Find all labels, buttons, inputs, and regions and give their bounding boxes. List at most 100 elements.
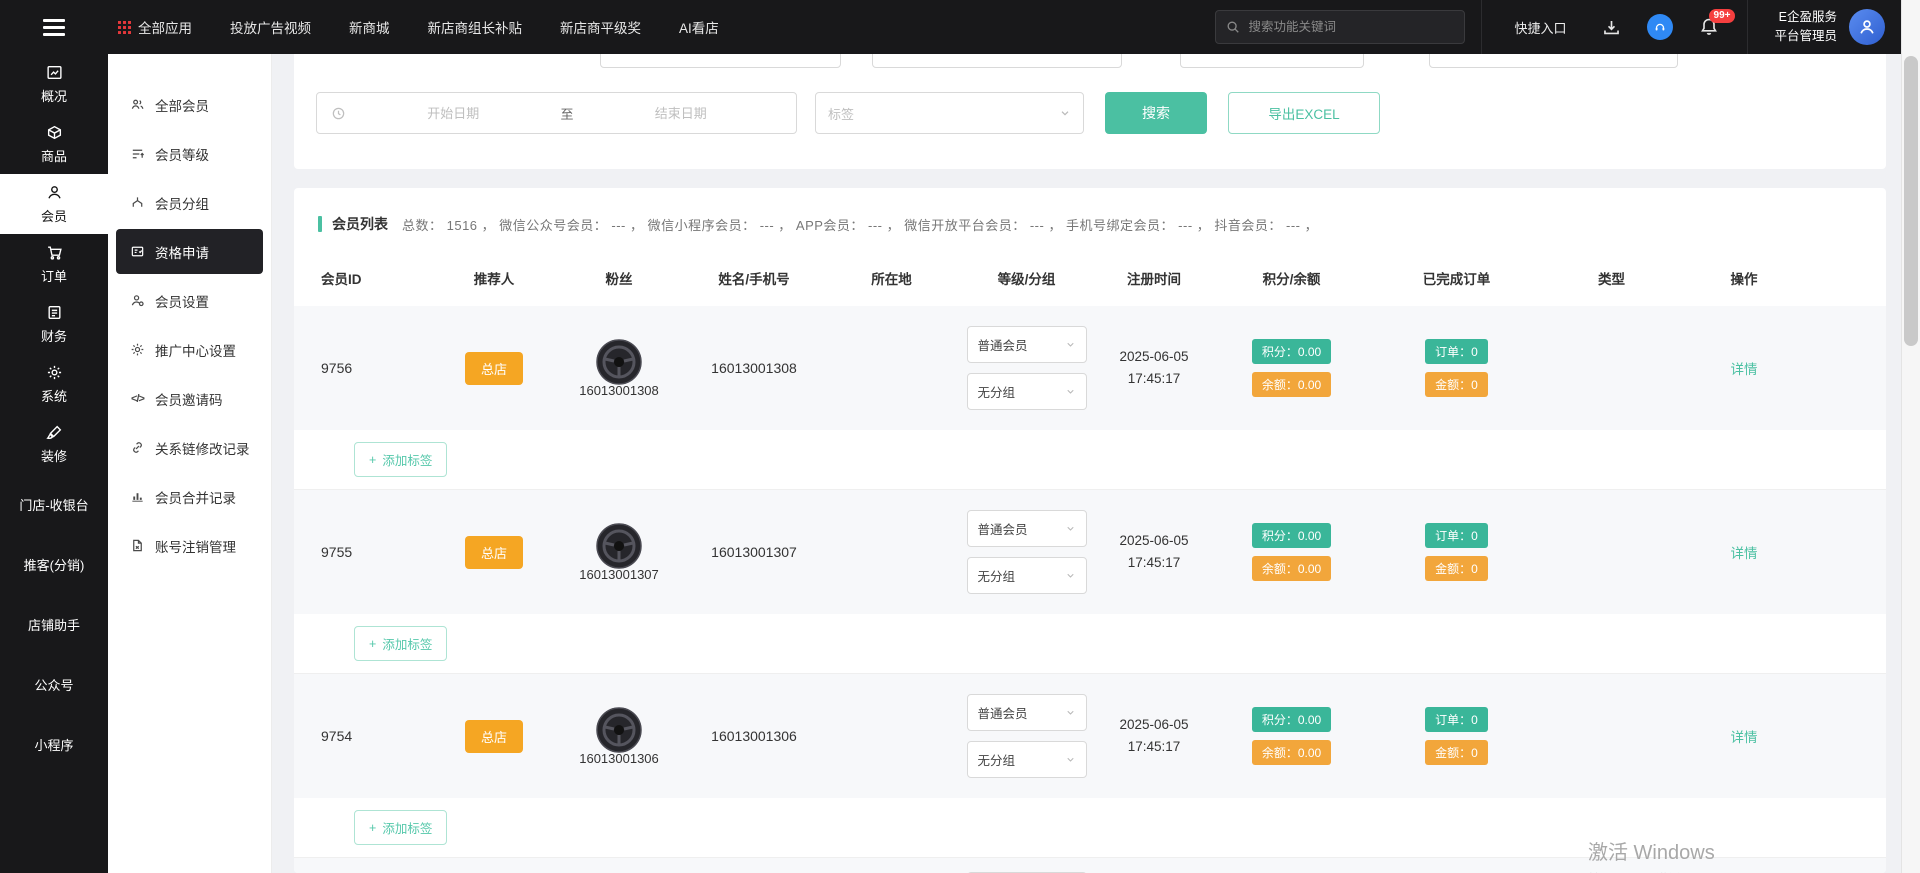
rail-label: 财务: [41, 326, 67, 345]
user-role: 平台管理员: [1774, 27, 1837, 46]
rail-item-mini-program[interactable]: 小程序: [0, 714, 108, 774]
member-avatar[interactable]: [596, 523, 642, 569]
sidebar-item-all-members[interactable]: 全部会员: [108, 80, 271, 129]
customer-service-button[interactable]: [1647, 14, 1673, 40]
nav-ad-video[interactable]: 投放广告视频: [230, 17, 311, 37]
nav-ai-shop[interactable]: AI看店: [679, 17, 719, 37]
rail-item-shop-assistant[interactable]: 店铺助手: [0, 594, 108, 654]
start-date-input[interactable]: [352, 106, 555, 121]
rail-item-finance[interactable]: 财务: [0, 294, 108, 354]
main-content: 至 标签 搜索 导出EXCEL 会员列表 总数： 1516 ， 微信公众号会员：…: [272, 54, 1901, 873]
nav-leader-subsidy[interactable]: 新店商组长补贴: [428, 17, 523, 37]
rail-item-members[interactable]: 会员: [0, 174, 108, 234]
user-account[interactable]: E企盈服务 平台管理员: [1774, 8, 1901, 47]
add-tag-button[interactable]: +添加标签: [354, 810, 447, 845]
sidebar-item-account-deletion[interactable]: 账号注销管理: [108, 521, 271, 570]
table-row: 9755 总店 16013001307 16013001307 普通会员 无分组…: [294, 490, 1886, 674]
nav-peer-award[interactable]: 新店商平级奖: [560, 17, 641, 37]
add-tag-area: +添加标签: [294, 614, 1886, 673]
sidebar-item-promotion-settings[interactable]: 推广中心设置: [108, 325, 271, 374]
rail-item-official-account[interactable]: 公众号: [0, 654, 108, 714]
export-excel-button[interactable]: 导出EXCEL: [1228, 92, 1380, 134]
filter-input-partial[interactable]: [600, 54, 841, 68]
level-value: 普通会员: [978, 335, 1028, 354]
rail-item-goods[interactable]: 商品: [0, 114, 108, 174]
nav-all-apps[interactable]: 全部应用: [118, 17, 192, 37]
search-button[interactable]: 搜索: [1105, 92, 1207, 134]
amount-badge: 金额：0: [1425, 556, 1488, 581]
gear-icon: [130, 342, 145, 357]
sidebar-label: 资格申请: [155, 242, 209, 262]
group-select[interactable]: 无分组: [967, 741, 1087, 778]
rail-item-overview[interactable]: 概况: [0, 54, 108, 114]
filter-input-partial[interactable]: [1180, 54, 1364, 68]
global-search[interactable]: [1215, 10, 1465, 44]
date-separator: 至: [561, 104, 574, 123]
hamburger-menu-button[interactable]: [0, 19, 108, 36]
chevron-down-icon: [1059, 107, 1071, 119]
download-button[interactable]: [1602, 18, 1621, 37]
sidebar-item-member-level[interactable]: 会员等级: [108, 129, 271, 178]
user-name: E企盈服务: [1774, 8, 1837, 27]
scrollbar-thumb[interactable]: [1904, 56, 1918, 346]
sidebar-item-member-settings[interactable]: 会员设置: [108, 276, 271, 325]
register-date: 2025-06-05: [1094, 714, 1214, 736]
level-select[interactable]: 普通会员: [967, 694, 1087, 731]
rail-item-distribution[interactable]: 推客(分销): [0, 534, 108, 594]
rail-item-decorate[interactable]: 装修: [0, 414, 108, 474]
filter-input-partial[interactable]: [872, 54, 1122, 68]
notifications-button[interactable]: 99+: [1699, 17, 1719, 37]
quick-entry-link[interactable]: 快捷入口: [1514, 18, 1566, 37]
member-settings-icon: [130, 293, 145, 308]
nav-label: 投放广告视频: [230, 17, 311, 37]
rail-item-system[interactable]: 系统: [0, 354, 108, 414]
nav-new-mall[interactable]: 新商城: [349, 17, 390, 37]
avatar[interactable]: [1849, 9, 1885, 45]
points-badge: 积分：0.00: [1252, 707, 1331, 732]
col-type: 类型: [1544, 268, 1679, 288]
rail-item-pos[interactable]: 门店-收银台: [0, 474, 108, 534]
group-select[interactable]: 无分组: [967, 557, 1087, 594]
end-date-input[interactable]: [580, 106, 783, 121]
amount-badge: 金额：0: [1425, 740, 1488, 765]
add-tag-button[interactable]: +添加标签: [354, 442, 447, 477]
sidebar-item-invite-code[interactable]: </> 会员邀请码: [108, 374, 271, 423]
col-actions: 操作: [1679, 268, 1809, 288]
rail-label: 公众号: [34, 675, 73, 694]
referrer-badge[interactable]: 总店: [465, 352, 523, 385]
add-tag-label: 添加标签: [382, 450, 432, 469]
referrer-badge[interactable]: 总店: [465, 536, 523, 569]
search-input[interactable]: [1248, 20, 1454, 34]
detail-link[interactable]: 详情: [1731, 730, 1758, 745]
sidebar-item-member-group[interactable]: 会员分组: [108, 178, 271, 227]
users-icon: [130, 97, 145, 112]
rail-item-orders[interactable]: 订单: [0, 234, 108, 294]
member-icon: [46, 184, 63, 201]
chevron-down-icon: [1065, 386, 1076, 397]
member-avatar[interactable]: [596, 707, 642, 753]
system-gear-icon: [46, 364, 63, 381]
sidebar-item-qualification[interactable]: 资格申请: [116, 229, 263, 274]
sidebar-item-merge-records[interactable]: 会员合并记录: [108, 472, 271, 521]
group-select[interactable]: 无分组: [967, 373, 1087, 410]
filter-row: 至 标签 搜索 导出EXCEL: [316, 92, 1864, 134]
member-avatar[interactable]: [596, 339, 642, 385]
finance-icon: [46, 304, 63, 321]
add-tag-button[interactable]: +添加标签: [354, 626, 447, 661]
sidebar-item-relation-records[interactable]: 关系链修改记录: [108, 423, 271, 472]
level-select[interactable]: 普通会员: [967, 326, 1087, 363]
filter-input-partial[interactable]: [1429, 54, 1678, 68]
detail-link[interactable]: 详情: [1731, 546, 1758, 561]
member-phone: 16013001308: [684, 360, 824, 376]
person-icon: [1858, 18, 1876, 36]
register-time: 17:45:17: [1094, 736, 1214, 758]
date-range-picker[interactable]: 至: [316, 92, 797, 134]
level-select[interactable]: 普通会员: [967, 510, 1087, 547]
nav-label: 新商城: [349, 17, 390, 37]
tag-select[interactable]: 标签: [815, 92, 1084, 134]
referrer-badge[interactable]: 总店: [465, 720, 523, 753]
balance-badge: 余额：0.00: [1252, 372, 1331, 397]
detail-link[interactable]: 详情: [1731, 362, 1758, 377]
vertical-scrollbar[interactable]: [1901, 0, 1920, 873]
level-icon: [130, 146, 145, 161]
